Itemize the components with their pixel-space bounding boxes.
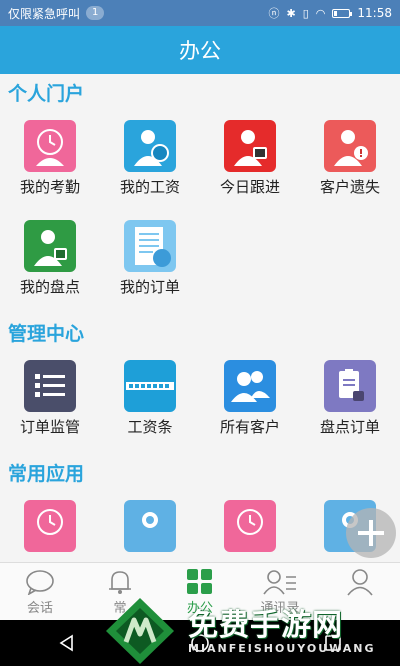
bell-icon — [109, 571, 131, 594]
section-title-management: 管理中心 — [8, 323, 85, 345]
app-item-follow-up[interactable]: 今日跟进 — [200, 114, 300, 214]
battery-icon — [332, 8, 353, 18]
tab-notice[interactable]: 常 — [80, 563, 160, 621]
app-item-label: 所有客户 — [219, 418, 280, 436]
app-item-all-customers[interactable]: 所有客户 — [200, 354, 300, 454]
app-item-label: 我的考勤 — [19, 178, 80, 196]
profile-icon — [347, 569, 373, 596]
apps-grid-icon — [187, 569, 212, 594]
grid-management: 订单监管 工资条 所有客户 盘点订单 — [0, 354, 400, 454]
app-item-label: 我的订单 — [119, 278, 180, 296]
app-item-order-monitor[interactable]: 订单监管 — [0, 354, 100, 454]
page-title: 办公 — [179, 39, 221, 63]
attendance-icon — [24, 120, 76, 172]
tab-contacts[interactable]: 通讯录 — [240, 563, 320, 621]
common-app-clock[interactable] — [100, 494, 200, 562]
add-button[interactable] — [346, 508, 396, 558]
home-icon[interactable] — [190, 633, 210, 653]
customer-lost-icon — [324, 120, 376, 172]
back-icon[interactable] — [57, 633, 77, 653]
tab-label: 常 — [113, 601, 127, 616]
system-icons: ⓝ ✱ ▯ ◠ 11:58 — [269, 5, 392, 21]
attendance-icon — [224, 500, 276, 552]
tab-label: 办公 — [186, 601, 213, 616]
system-nav-bar — [0, 620, 400, 666]
attendance-icon — [24, 500, 76, 552]
status-time: 11:58 — [357, 6, 392, 20]
app-item-inventory-order[interactable]: 盘点订单 — [300, 354, 400, 454]
nfc-icon: ⓝ — [268, 7, 280, 20]
app-item-label: 工资条 — [127, 418, 173, 436]
recents-icon[interactable] — [323, 633, 343, 653]
wifi-icon: ◠ — [315, 6, 326, 20]
payslip-icon — [124, 360, 176, 412]
tab-chat[interactable]: 会话 — [0, 563, 80, 621]
inventory-icon — [24, 220, 76, 272]
order-monitor-icon — [24, 360, 76, 412]
bottom-tab-bar: 会话 常 办公 通讯录 — [0, 562, 400, 621]
status-bar: 仅限紧急呼叫 1 ⓝ ✱ ▯ ◠ 11:58 — [0, 0, 400, 26]
bluetooth-icon: ✱ — [286, 6, 296, 20]
tab-profile[interactable] — [320, 563, 400, 621]
grid-personal: 我的考勤 我的工资 今日跟进 客户遗失 我的盘点 我的订单 — [0, 114, 400, 314]
my-order-icon — [124, 220, 176, 272]
inventory-order-icon — [324, 360, 376, 412]
app-item-label: 订单监管 — [19, 418, 80, 436]
plus-icon — [358, 520, 384, 546]
common-app-attendance[interactable] — [0, 494, 100, 562]
app-item-customer-lost[interactable]: 客户遗失 — [300, 114, 400, 214]
vibrate-icon: ▯ — [302, 6, 309, 20]
app-item-label: 盘点订单 — [319, 418, 380, 436]
tab-label: 通讯录 — [260, 601, 300, 616]
battery-fill — [334, 10, 338, 16]
app-item-salary[interactable]: 我的工资 — [100, 114, 200, 214]
common-app-attendance-2[interactable] — [200, 494, 300, 562]
clock-icon — [124, 500, 176, 552]
section-title-common-apps: 常用应用 — [8, 463, 85, 485]
app-item-label: 我的盘点 — [19, 278, 80, 296]
carrier-area: 仅限紧急呼叫 1 — [8, 5, 269, 22]
all-customers-icon — [224, 360, 276, 412]
follow-up-icon — [224, 120, 276, 172]
notification-count-badge: 1 — [86, 6, 105, 20]
tab-office[interactable]: 办公 — [160, 563, 240, 621]
app-item-payslip[interactable]: 工资条 — [100, 354, 200, 454]
app-item-label: 客户遗失 — [319, 178, 380, 196]
chat-icon — [26, 570, 54, 595]
app-item-my-order[interactable]: 我的订单 — [100, 214, 200, 314]
app-item-inventory[interactable]: 我的盘点 — [0, 214, 100, 314]
section-title-personal: 个人门户 — [8, 83, 85, 105]
tab-label: 会话 — [26, 601, 53, 616]
app-header: 办公 — [0, 26, 400, 74]
main-content[interactable]: 个人门户 我的考勤 我的工资 今日跟进 客户遗失 我的盘点 我的订单 管理中心 … — [0, 74, 400, 562]
app-item-attendance[interactable]: 我的考勤 — [0, 114, 100, 214]
contacts-icon — [263, 570, 296, 595]
carrier-text: 仅限紧急呼叫 — [8, 6, 81, 21]
salary-icon — [124, 120, 176, 172]
app-item-label: 今日跟进 — [219, 178, 280, 196]
grid-common-apps — [0, 494, 400, 562]
app-item-label: 我的工资 — [119, 178, 180, 196]
